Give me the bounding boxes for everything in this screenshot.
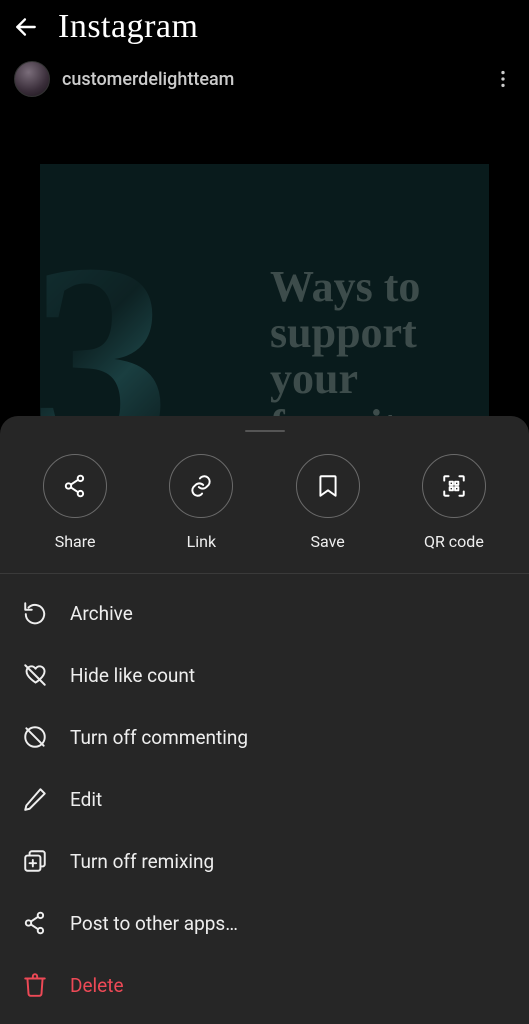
edit-label: Edit bbox=[70, 788, 102, 811]
turn-off-commenting-label: Turn off commenting bbox=[70, 726, 248, 749]
user-bar: customerdelightteam bbox=[0, 54, 529, 104]
qrcode-icon bbox=[422, 454, 486, 518]
top-actions-row: Share Link Save bbox=[0, 446, 529, 574]
more-icon[interactable] bbox=[491, 67, 515, 91]
action-sheet: Share Link Save bbox=[0, 416, 529, 1024]
turn-off-commenting-item[interactable]: Turn off commenting bbox=[0, 706, 529, 768]
instagram-logo: Instagram bbox=[58, 8, 198, 46]
link-action[interactable]: Link bbox=[161, 454, 241, 551]
share-label: Share bbox=[55, 532, 96, 551]
delete-label: Delete bbox=[70, 974, 124, 997]
sheet-grabber[interactable] bbox=[245, 430, 285, 432]
hide-like-icon bbox=[22, 662, 48, 688]
link-label: Link bbox=[187, 532, 216, 551]
share-icon bbox=[43, 454, 107, 518]
turn-off-remixing-icon bbox=[22, 848, 48, 874]
qrcode-label: QR code bbox=[424, 532, 484, 551]
qrcode-action[interactable]: QR code bbox=[414, 454, 494, 551]
link-icon bbox=[169, 454, 233, 518]
app-header: Instagram bbox=[0, 0, 529, 54]
archive-icon bbox=[22, 600, 48, 626]
turn-off-remixing-label: Turn off remixing bbox=[70, 850, 214, 873]
turn-off-commenting-icon bbox=[22, 724, 48, 750]
hide-like-count-item[interactable]: Hide like count bbox=[0, 644, 529, 706]
save-label: Save bbox=[311, 532, 345, 551]
avatar[interactable] bbox=[14, 61, 50, 97]
menu-list: Archive Hide like count Turn off comment… bbox=[0, 574, 529, 1024]
delete-icon bbox=[22, 972, 48, 998]
delete-item[interactable]: Delete bbox=[0, 954, 529, 1016]
username[interactable]: customerdelightteam bbox=[62, 69, 234, 90]
share-action[interactable]: Share bbox=[35, 454, 115, 551]
post-to-other-apps-icon bbox=[22, 910, 48, 936]
edit-icon bbox=[22, 786, 48, 812]
save-action[interactable]: Save bbox=[288, 454, 368, 551]
post-to-other-apps-item[interactable]: Post to other apps… bbox=[0, 892, 529, 954]
hide-like-label: Hide like count bbox=[70, 664, 195, 687]
archive-label: Archive bbox=[70, 602, 133, 625]
edit-item[interactable]: Edit bbox=[0, 768, 529, 830]
turn-off-remixing-item[interactable]: Turn off remixing bbox=[0, 830, 529, 892]
post-to-other-apps-label: Post to other apps… bbox=[70, 912, 238, 935]
archive-item[interactable]: Archive bbox=[0, 582, 529, 644]
back-icon[interactable] bbox=[12, 13, 40, 41]
save-icon bbox=[296, 454, 360, 518]
